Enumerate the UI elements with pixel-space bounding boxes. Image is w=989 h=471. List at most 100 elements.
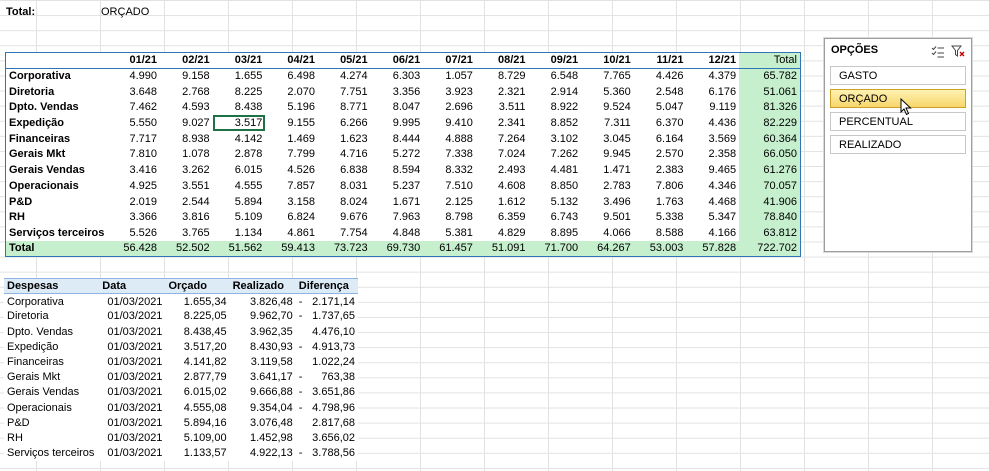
month-header[interactable]: 10/21 [581, 52, 634, 69]
date-cell[interactable]: 01/03/2021 [99, 385, 165, 400]
value-cell[interactable]: 4.346 [686, 178, 739, 194]
column-total-cell[interactable]: 51.091 [475, 240, 529, 257]
budget-cell[interactable]: 1.655,34 [165, 294, 229, 309]
value-cell[interactable]: 3.356 [371, 84, 424, 100]
value-cell[interactable]: 7.262 [529, 147, 582, 163]
value-cell[interactable]: 1.471 [581, 162, 634, 178]
value-cell[interactable]: 6.266 [318, 115, 371, 131]
row-total-cell[interactable]: 41.906 [739, 193, 801, 210]
difference-cell[interactable]: 2.817,68 [296, 415, 358, 430]
filter-value[interactable]: ORÇADO [101, 6, 149, 18]
value-cell[interactable]: 8.798 [423, 209, 476, 225]
month-header[interactable]: 06/21 [370, 52, 424, 69]
value-cell[interactable]: 8.852 [529, 115, 582, 131]
budget-cell[interactable]: 1.133,57 [165, 446, 229, 461]
value-cell[interactable]: 3.648 [107, 84, 160, 100]
value-cell[interactable]: 7.462 [107, 100, 160, 116]
expenses-row[interactable]: Gerais Vendas 01/03/2021 6.015,02 9.666,88-… [4, 385, 358, 400]
date-cell[interactable]: 01/03/2021 [99, 446, 165, 461]
multi-select-icon[interactable] [931, 45, 945, 58]
value-cell[interactable]: 4.555 [213, 178, 266, 194]
value-cell[interactable]: 7.751 [318, 84, 371, 100]
actual-cell[interactable]: 3.076,48 [230, 415, 296, 430]
budget-cell[interactable]: 8.225,05 [165, 309, 229, 324]
row-label[interactable]: RH [6, 209, 108, 225]
value-cell[interactable]: 2.914 [529, 84, 582, 100]
value-cell[interactable]: 5.347 [686, 209, 739, 225]
value-cell[interactable]: 3.765 [160, 225, 213, 241]
value-cell[interactable]: 5.196 [265, 100, 318, 116]
value-cell[interactable]: 8.895 [529, 225, 582, 241]
pivot-row[interactable]: Financeiras 7.717 8.938 4.142 1.469 1.623 8.44… [6, 130, 801, 147]
value-cell[interactable]: 4.888 [423, 131, 476, 147]
actual-cell[interactable]: 9.666,88 [230, 385, 296, 400]
value-cell[interactable]: 2.321 [476, 84, 529, 100]
value-cell[interactable]: 4.274 [318, 68, 371, 84]
row-label[interactable]: P&D [6, 194, 108, 210]
value-cell[interactable]: 9.155 [265, 115, 318, 131]
column-total-cell[interactable]: 51.562 [212, 240, 266, 257]
value-cell[interactable]: 6.015 [213, 162, 266, 178]
value-cell[interactable]: 9.945 [581, 147, 634, 163]
value-cell[interactable]: 2.878 [213, 147, 266, 163]
value-cell[interactable]: 5.894 [213, 194, 266, 210]
row-label[interactable]: Corporativa [6, 68, 108, 84]
value-cell[interactable]: 3.517 [212, 115, 266, 131]
row-total-cell[interactable]: 60.364 [739, 130, 801, 147]
value-cell[interactable]: 4.829 [476, 225, 529, 241]
value-cell[interactable]: 4.716 [318, 147, 371, 163]
column-total-cell[interactable]: 59.413 [265, 240, 318, 257]
pivot-row[interactable]: Operacionais 4.925 3.551 4.555 7.857 8.031 5.2… [6, 178, 801, 194]
value-cell[interactable]: 3.416 [107, 162, 160, 178]
date-cell[interactable]: 01/03/2021 [99, 370, 165, 385]
value-cell[interactable]: 8.047 [371, 100, 424, 116]
value-cell[interactable]: 2.125 [423, 194, 476, 210]
value-cell[interactable]: 1.623 [318, 131, 371, 147]
row-total-cell[interactable]: 66.050 [739, 146, 801, 163]
actual-cell[interactable]: 3.962,35 [230, 324, 296, 339]
month-header[interactable]: 05/21 [317, 52, 371, 69]
value-cell[interactable]: 1.469 [265, 131, 318, 147]
value-cell[interactable]: 3.923 [423, 84, 476, 100]
value-cell[interactable]: 6.838 [318, 162, 371, 178]
value-cell[interactable]: 4.593 [160, 100, 213, 116]
value-cell[interactable]: 2.383 [634, 162, 687, 178]
expense-name-cell[interactable]: Gerais Vendas [4, 385, 99, 400]
budget-cell[interactable]: 4.555,08 [165, 400, 229, 415]
date-cell[interactable]: 01/03/2021 [99, 430, 165, 445]
value-cell[interactable]: 1.763 [634, 194, 687, 210]
month-header[interactable]: 07/21 [423, 52, 476, 69]
value-cell[interactable]: 7.806 [634, 178, 687, 194]
difference-cell[interactable]: -4.913,73 [296, 339, 358, 354]
actual-cell[interactable]: 3.641,17 [230, 370, 296, 385]
budget-cell[interactable]: 6.015,02 [165, 385, 229, 400]
difference-cell[interactable]: -3.651,86 [296, 385, 358, 400]
budget-cell[interactable]: 8.438,45 [165, 324, 229, 339]
pivot-row[interactable]: Gerais Vendas 3.416 3.262 6.015 4.526 6.838 8.… [6, 162, 801, 178]
pivot-row[interactable]: Gerais Mkt 7.810 1.078 2.878 7.799 4.716 5.272… [6, 146, 801, 163]
pivot-row[interactable]: RH 3.366 3.816 5.109 6.824 9.676 7.963 8.798 6.3… [6, 209, 801, 226]
value-cell[interactable]: 9.410 [423, 115, 476, 131]
value-cell[interactable]: 4.379 [686, 68, 739, 84]
column-total-cell[interactable]: 52.502 [160, 240, 213, 257]
value-cell[interactable]: 7.264 [476, 131, 529, 147]
expenses-column-header[interactable]: Data [99, 277, 166, 295]
pivot-total-row[interactable]: Total 56.428 52.502 51.562 59.413 73.723 69.73… [5, 240, 801, 257]
month-header[interactable]: 04/21 [265, 52, 318, 69]
row-label[interactable]: Dpto. Vendas [6, 100, 108, 116]
value-cell[interactable]: 1.057 [423, 68, 476, 84]
date-cell[interactable]: 01/03/2021 [99, 294, 165, 309]
value-cell[interactable]: 4.861 [265, 225, 318, 241]
expenses-row[interactable]: Diretoria 01/03/2021 8.225,05 9.962,70-1.73… [4, 309, 358, 324]
value-cell[interactable]: 2.696 [423, 100, 476, 116]
actual-cell[interactable]: 9.354,04 [230, 400, 296, 415]
value-cell[interactable]: 8.332 [423, 162, 476, 178]
value-cell[interactable]: 8.438 [213, 100, 266, 116]
column-total-cell[interactable]: 53.003 [633, 240, 687, 257]
value-cell[interactable]: 3.262 [160, 162, 213, 178]
value-cell[interactable]: 6.370 [634, 115, 687, 131]
value-cell[interactable]: 2.019 [107, 194, 160, 210]
value-cell[interactable]: 9.524 [581, 100, 634, 116]
value-cell[interactable]: 7.857 [265, 178, 318, 194]
date-cell[interactable]: 01/03/2021 [99, 339, 165, 354]
